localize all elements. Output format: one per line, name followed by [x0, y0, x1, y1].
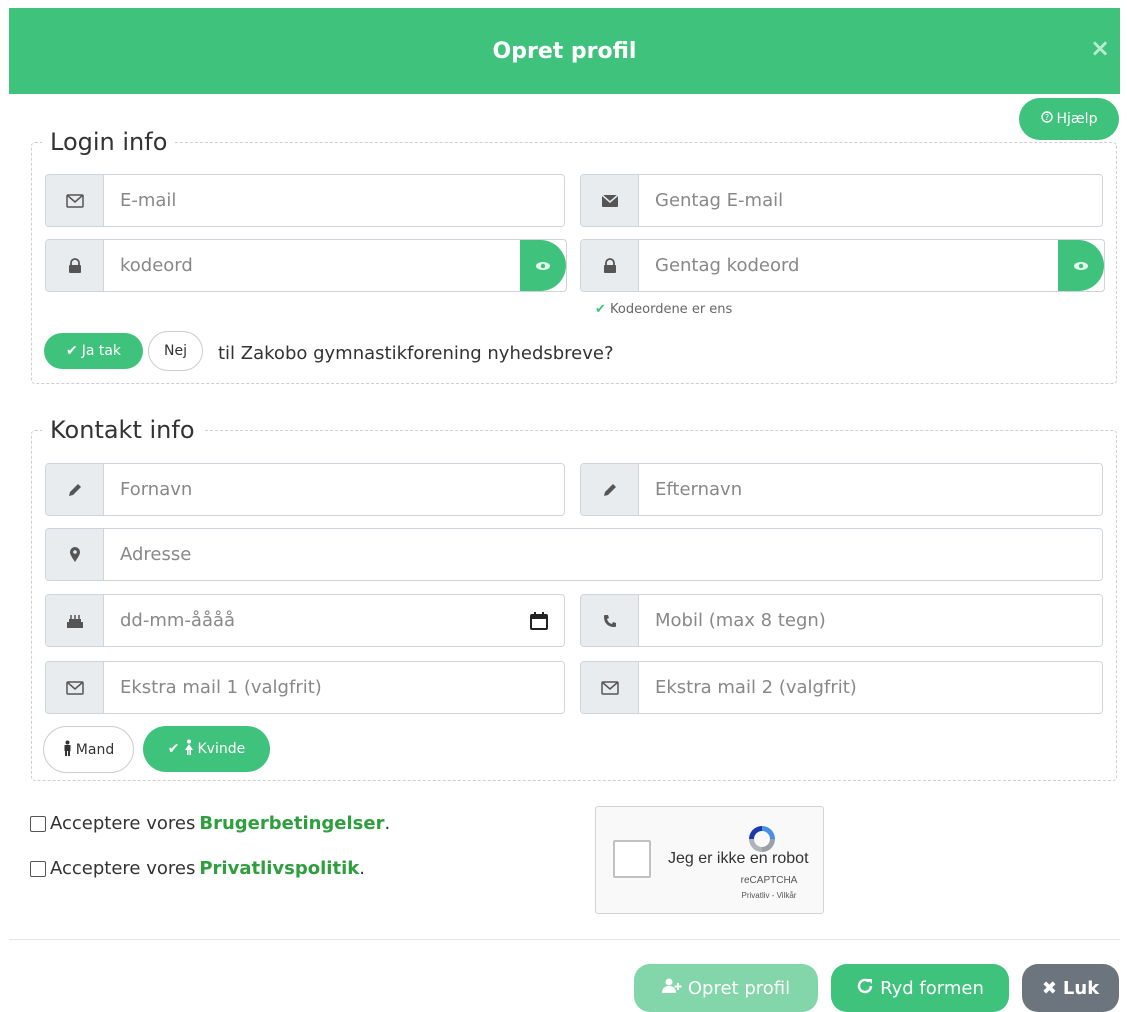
envelope-outline-icon — [46, 662, 104, 713]
envelope-outline-icon — [581, 662, 639, 713]
privacy-link[interactable]: Privatlivspolitik — [199, 858, 359, 879]
repeat-email-field[interactable] — [639, 175, 1102, 226]
firstname-field[interactable] — [104, 464, 564, 515]
mobile-group — [580, 594, 1103, 647]
eye-icon[interactable] — [520, 240, 566, 291]
calendar-icon[interactable] — [514, 595, 564, 646]
password-match-text: Kodeordene er ens — [610, 302, 733, 317]
pencil-icon — [581, 464, 639, 515]
accept-terms-row: Acceptere vores Brugerbetingelser. — [30, 813, 390, 834]
accept-privacy-prefix: Acceptere vores — [50, 858, 196, 879]
gender-female-label: Kvinde — [197, 741, 246, 757]
refresh-icon — [856, 977, 874, 1000]
map-marker-icon — [46, 529, 104, 580]
password-field[interactable] — [104, 240, 520, 291]
check-icon: ✔ — [167, 741, 180, 757]
newsletter-no-label: Nej — [164, 343, 187, 359]
extra-mail2-field[interactable] — [639, 662, 1102, 713]
repeat-password-group — [580, 239, 1105, 292]
extra-mail2-group — [580, 661, 1103, 714]
firstname-group — [45, 463, 565, 516]
accept-privacy-row: Acceptere vores Privatlivspolitik. — [30, 858, 365, 879]
login-info-legend: Login info — [50, 128, 168, 156]
privacy-suffix: . — [359, 858, 365, 879]
male-icon — [63, 740, 72, 760]
phone-icon — [581, 595, 639, 646]
extra-mail1-group — [45, 661, 565, 714]
envelope-outline-icon — [46, 175, 104, 226]
contact-info-legend: Kontakt info — [50, 416, 195, 444]
birthday-cake-icon — [46, 595, 104, 646]
repeat-email-group — [580, 174, 1103, 227]
pencil-icon — [46, 464, 104, 515]
accept-terms-checkbox[interactable] — [30, 815, 46, 832]
recaptcha-widget: Jeg er ikke en robot reCAPTCHA Privatliv… — [595, 806, 824, 914]
terms-suffix: . — [384, 813, 391, 834]
lock-icon — [581, 240, 639, 291]
female-icon — [184, 739, 194, 759]
address-group — [45, 528, 1103, 581]
birthdate-group — [45, 594, 565, 647]
modal-title: Opret profil — [492, 38, 637, 64]
create-profile-label: Opret profil — [687, 977, 791, 999]
email-group — [45, 174, 565, 227]
svg-text:?: ? — [1044, 113, 1048, 122]
question-circle-icon: ? — [1040, 111, 1053, 127]
newsletter-question: til Zakobo gymnastikforening nyhedsbreve… — [218, 343, 614, 364]
accept-terms-prefix: Acceptere vores — [50, 813, 196, 834]
repeat-password-field[interactable] — [639, 240, 1058, 291]
reset-form-button[interactable]: Ryd formen — [831, 964, 1009, 1012]
email-field[interactable] — [104, 175, 564, 226]
recaptcha-checkbox[interactable] — [613, 840, 651, 878]
check-icon: ✔ — [65, 343, 78, 359]
envelope-icon — [581, 175, 639, 226]
recaptcha-logo-icon — [746, 823, 778, 855]
close-icon[interactable]: × — [1088, 36, 1112, 60]
close-button-label: Luk — [1062, 977, 1100, 999]
mobile-field[interactable] — [639, 595, 1102, 646]
gender-male-label: Mand — [75, 741, 115, 758]
newsletter-no-button[interactable]: Nej — [148, 331, 203, 371]
accept-privacy-checkbox[interactable] — [30, 860, 46, 877]
lastname-group — [580, 463, 1103, 516]
recaptcha-label: Jeg er ikke en robot — [668, 850, 809, 867]
user-plus-icon — [661, 978, 682, 999]
recaptcha-brand: reCAPTCHA — [740, 875, 798, 886]
lock-icon — [46, 240, 104, 291]
close-button[interactable]: ✖ Luk — [1022, 964, 1119, 1012]
help-button-label: Hjælp — [1056, 111, 1098, 127]
password-group — [45, 239, 567, 292]
create-profile-button[interactable]: Opret profil — [634, 964, 818, 1012]
gender-male-button[interactable]: Mand — [43, 726, 134, 773]
gender-female-button[interactable]: ✔ Kvinde — [143, 726, 270, 772]
modal-header: Opret profil × — [9, 8, 1120, 94]
password-match-message: ✔ Kodeordene er ens — [595, 302, 732, 317]
reset-form-label: Ryd formen — [880, 977, 984, 999]
newsletter-yes-label: Ja tak — [81, 343, 122, 359]
extra-mail1-field[interactable] — [104, 662, 564, 713]
times-icon: ✖ — [1041, 977, 1057, 999]
check-icon: ✔ — [595, 302, 606, 317]
footer-divider — [9, 939, 1120, 940]
lastname-field[interactable] — [639, 464, 1102, 515]
eye-icon[interactable] — [1058, 240, 1104, 291]
address-field[interactable] — [104, 529, 1102, 580]
newsletter-yes-button[interactable]: ✔ Ja tak — [44, 333, 143, 369]
terms-link[interactable]: Brugerbetingelser — [199, 813, 384, 834]
birthdate-field[interactable] — [104, 595, 514, 646]
recaptcha-links[interactable]: Privatliv - Vilkår — [729, 891, 809, 900]
